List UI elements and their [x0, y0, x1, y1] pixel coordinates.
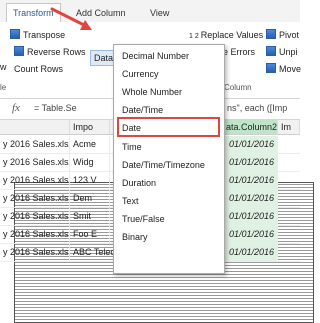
annotation-arrow-icon	[50, 7, 92, 30]
